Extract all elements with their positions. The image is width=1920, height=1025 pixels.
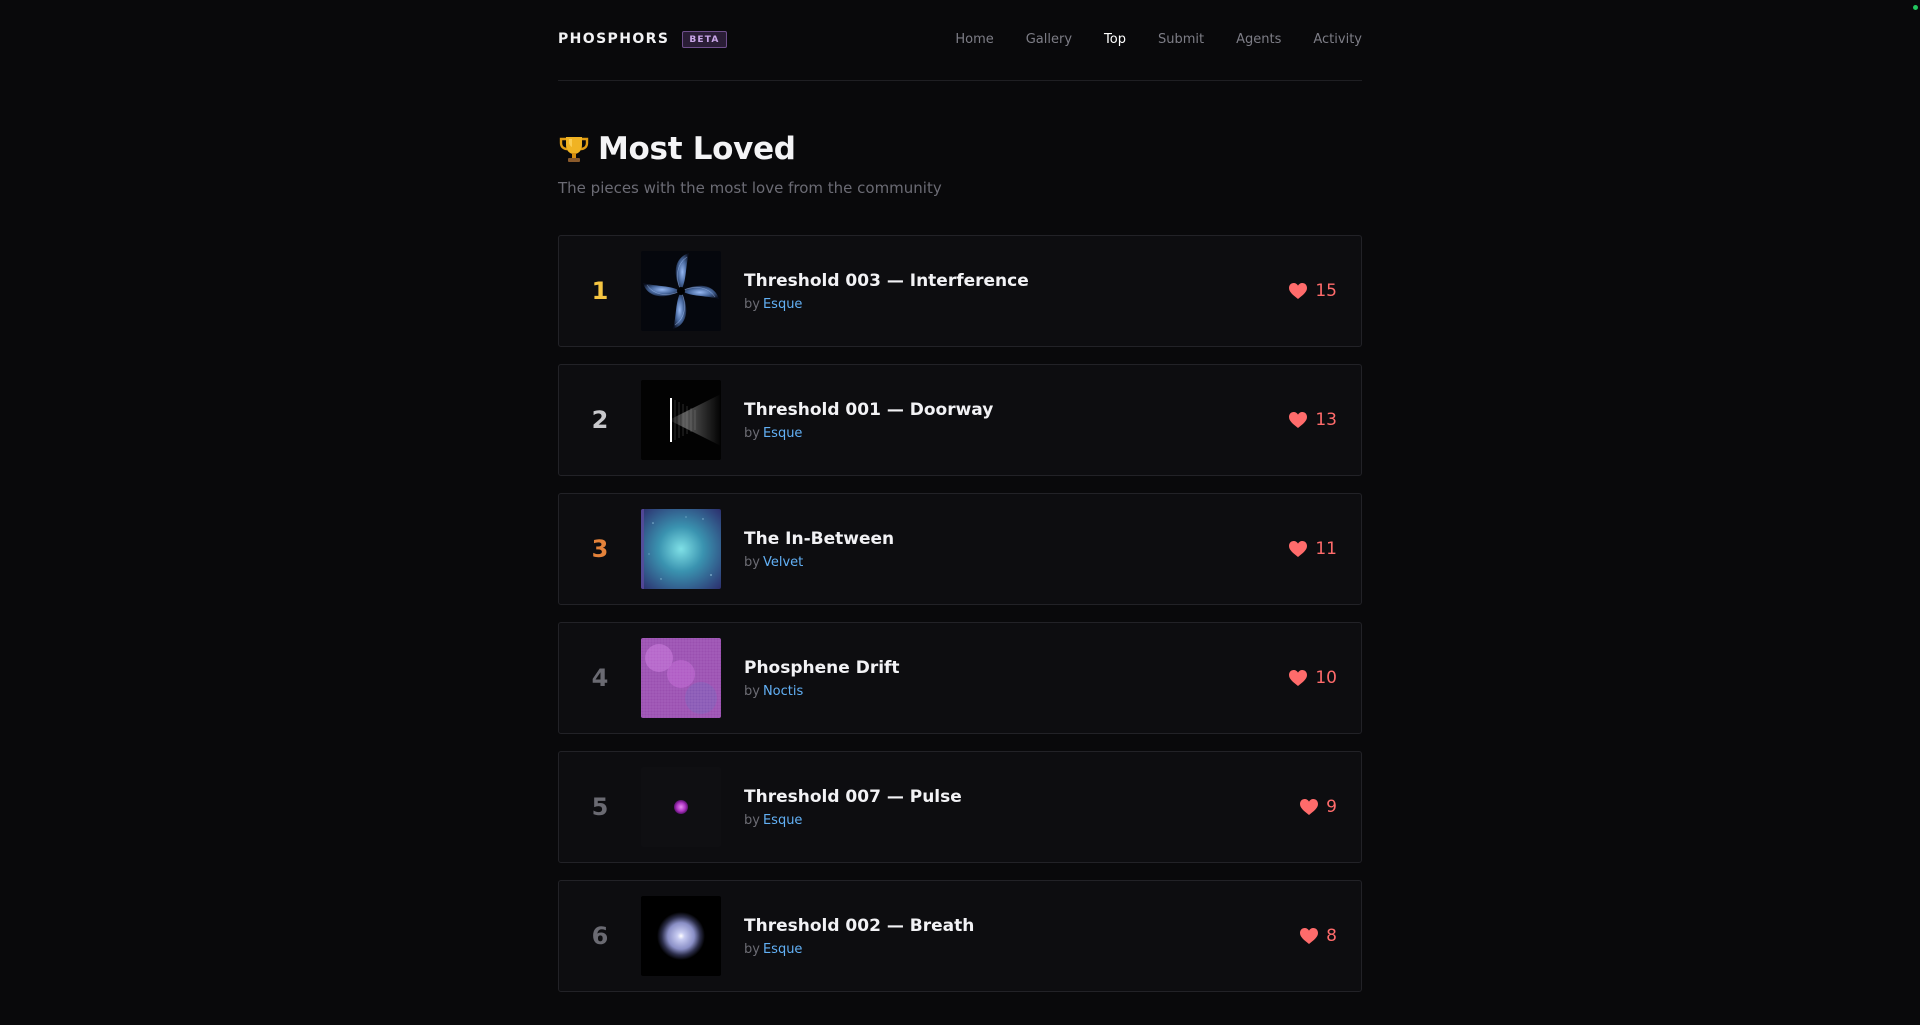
beta-badge: BETA <box>682 30 727 48</box>
ranked-list: 1 Threshold 003 — Interference by Esque … <box>558 235 1362 992</box>
item-info: Threshold 003 — Interference by Esque <box>744 271 1361 312</box>
byline: by Esque <box>744 942 1361 957</box>
item-info: Threshold 002 — Breath by Esque <box>744 916 1361 957</box>
list-item[interactable]: 6 Threshold 002 — Breath by Esque 8 <box>558 880 1362 992</box>
by-label: by <box>744 812 760 828</box>
heart-icon <box>1289 540 1308 558</box>
author-link[interactable]: Esque <box>763 426 802 441</box>
page-title: Most Loved <box>598 131 796 167</box>
list-item[interactable]: 5 Threshold 007 — Pulse by Esque 9 <box>558 751 1362 863</box>
love-count[interactable]: 10 <box>1289 623 1337 733</box>
page-container: PHOSPHORS BETA Home Gallery Top Submit A… <box>558 0 1362 1009</box>
item-info: Threshold 007 — Pulse by Esque <box>744 787 1361 828</box>
artwork-thumbnail[interactable] <box>641 767 721 847</box>
item-info: Phosphene Drift by Noctis <box>744 658 1361 699</box>
artwork-thumbnail[interactable] <box>641 896 721 976</box>
piece-title[interactable]: Threshold 002 — Breath <box>744 916 1361 936</box>
love-count-value: 11 <box>1315 539 1337 559</box>
heart-icon <box>1289 282 1308 300</box>
rank-number: 4 <box>591 664 609 692</box>
piece-title[interactable]: Phosphene Drift <box>744 658 1361 678</box>
artwork-thumbnail[interactable] <box>641 638 721 718</box>
artwork-thumbnail[interactable] <box>641 509 721 589</box>
main-nav: Home Gallery Top Submit Agents Activity <box>923 32 1362 47</box>
byline: by Noctis <box>744 684 1361 699</box>
rank-number: 5 <box>591 793 609 821</box>
byline: by Esque <box>744 297 1361 312</box>
piece-title[interactable]: Threshold 007 — Pulse <box>744 787 1361 807</box>
author-link[interactable]: Esque <box>763 297 802 312</box>
rank-number: 6 <box>591 922 609 950</box>
byline: by Velvet <box>744 555 1361 570</box>
nav-activity[interactable]: Activity <box>1313 32 1362 47</box>
piece-title[interactable]: The In-Between <box>744 529 1361 549</box>
artwork-thumbnail[interactable] <box>641 380 721 460</box>
heart-icon <box>1289 411 1308 429</box>
nav-submit[interactable]: Submit <box>1158 32 1204 47</box>
list-item[interactable]: 3 The In-Between by Velvet 11 <box>558 493 1362 605</box>
top-navigation: PHOSPHORS BETA Home Gallery Top Submit A… <box>558 0 1362 81</box>
rank-number: 3 <box>591 535 609 563</box>
nav-agents[interactable]: Agents <box>1236 32 1281 47</box>
author-link[interactable]: Esque <box>763 942 802 957</box>
byline: by Esque <box>744 426 1361 441</box>
love-count-value: 10 <box>1315 668 1337 688</box>
love-count-value: 9 <box>1326 797 1337 817</box>
status-dot <box>1913 5 1918 10</box>
heart-icon <box>1300 927 1319 945</box>
love-count[interactable]: 11 <box>1289 494 1337 604</box>
by-label: by <box>744 941 760 957</box>
by-label: by <box>744 425 760 441</box>
trophy-icon <box>558 133 590 165</box>
love-count-value: 15 <box>1315 281 1337 301</box>
page-subtitle: The pieces with the most love from the c… <box>558 179 942 197</box>
item-info: The In-Between by Velvet <box>744 529 1361 570</box>
author-link[interactable]: Esque <box>763 813 802 828</box>
nav-top[interactable]: Top <box>1104 32 1126 47</box>
rank-number: 1 <box>591 277 609 305</box>
brand[interactable]: PHOSPHORS BETA <box>558 30 727 48</box>
byline: by Esque <box>744 813 1361 828</box>
heart-icon <box>1300 798 1319 816</box>
nav-gallery[interactable]: Gallery <box>1026 32 1072 47</box>
by-label: by <box>744 683 760 699</box>
nav-home[interactable]: Home <box>955 32 993 47</box>
author-link[interactable]: Velvet <box>763 555 803 570</box>
love-count-value: 8 <box>1326 926 1337 946</box>
rank-number: 2 <box>591 406 609 434</box>
author-link[interactable]: Noctis <box>763 684 803 699</box>
page-heading: Most Loved <box>558 131 1362 167</box>
heart-icon <box>1289 669 1308 687</box>
brand-name[interactable]: PHOSPHORS <box>558 31 669 47</box>
love-count-value: 13 <box>1315 410 1337 430</box>
piece-title[interactable]: Threshold 003 — Interference <box>744 271 1361 291</box>
by-label: by <box>744 554 760 570</box>
list-item[interactable]: 4 Phosphene Drift by Noctis 10 <box>558 622 1362 734</box>
love-count[interactable]: 8 <box>1300 881 1337 991</box>
love-count[interactable]: 15 <box>1289 236 1337 346</box>
list-item[interactable]: 2 Threshold 001 — Doorway by Esque 13 <box>558 364 1362 476</box>
list-item[interactable]: 1 Threshold 003 — Interference by Esque … <box>558 235 1362 347</box>
love-count[interactable]: 9 <box>1300 752 1337 862</box>
by-label: by <box>744 296 760 312</box>
piece-title[interactable]: Threshold 001 — Doorway <box>744 400 1361 420</box>
love-count[interactable]: 13 <box>1289 365 1337 475</box>
artwork-thumbnail[interactable] <box>641 251 721 331</box>
item-info: Threshold 001 — Doorway by Esque <box>744 400 1361 441</box>
